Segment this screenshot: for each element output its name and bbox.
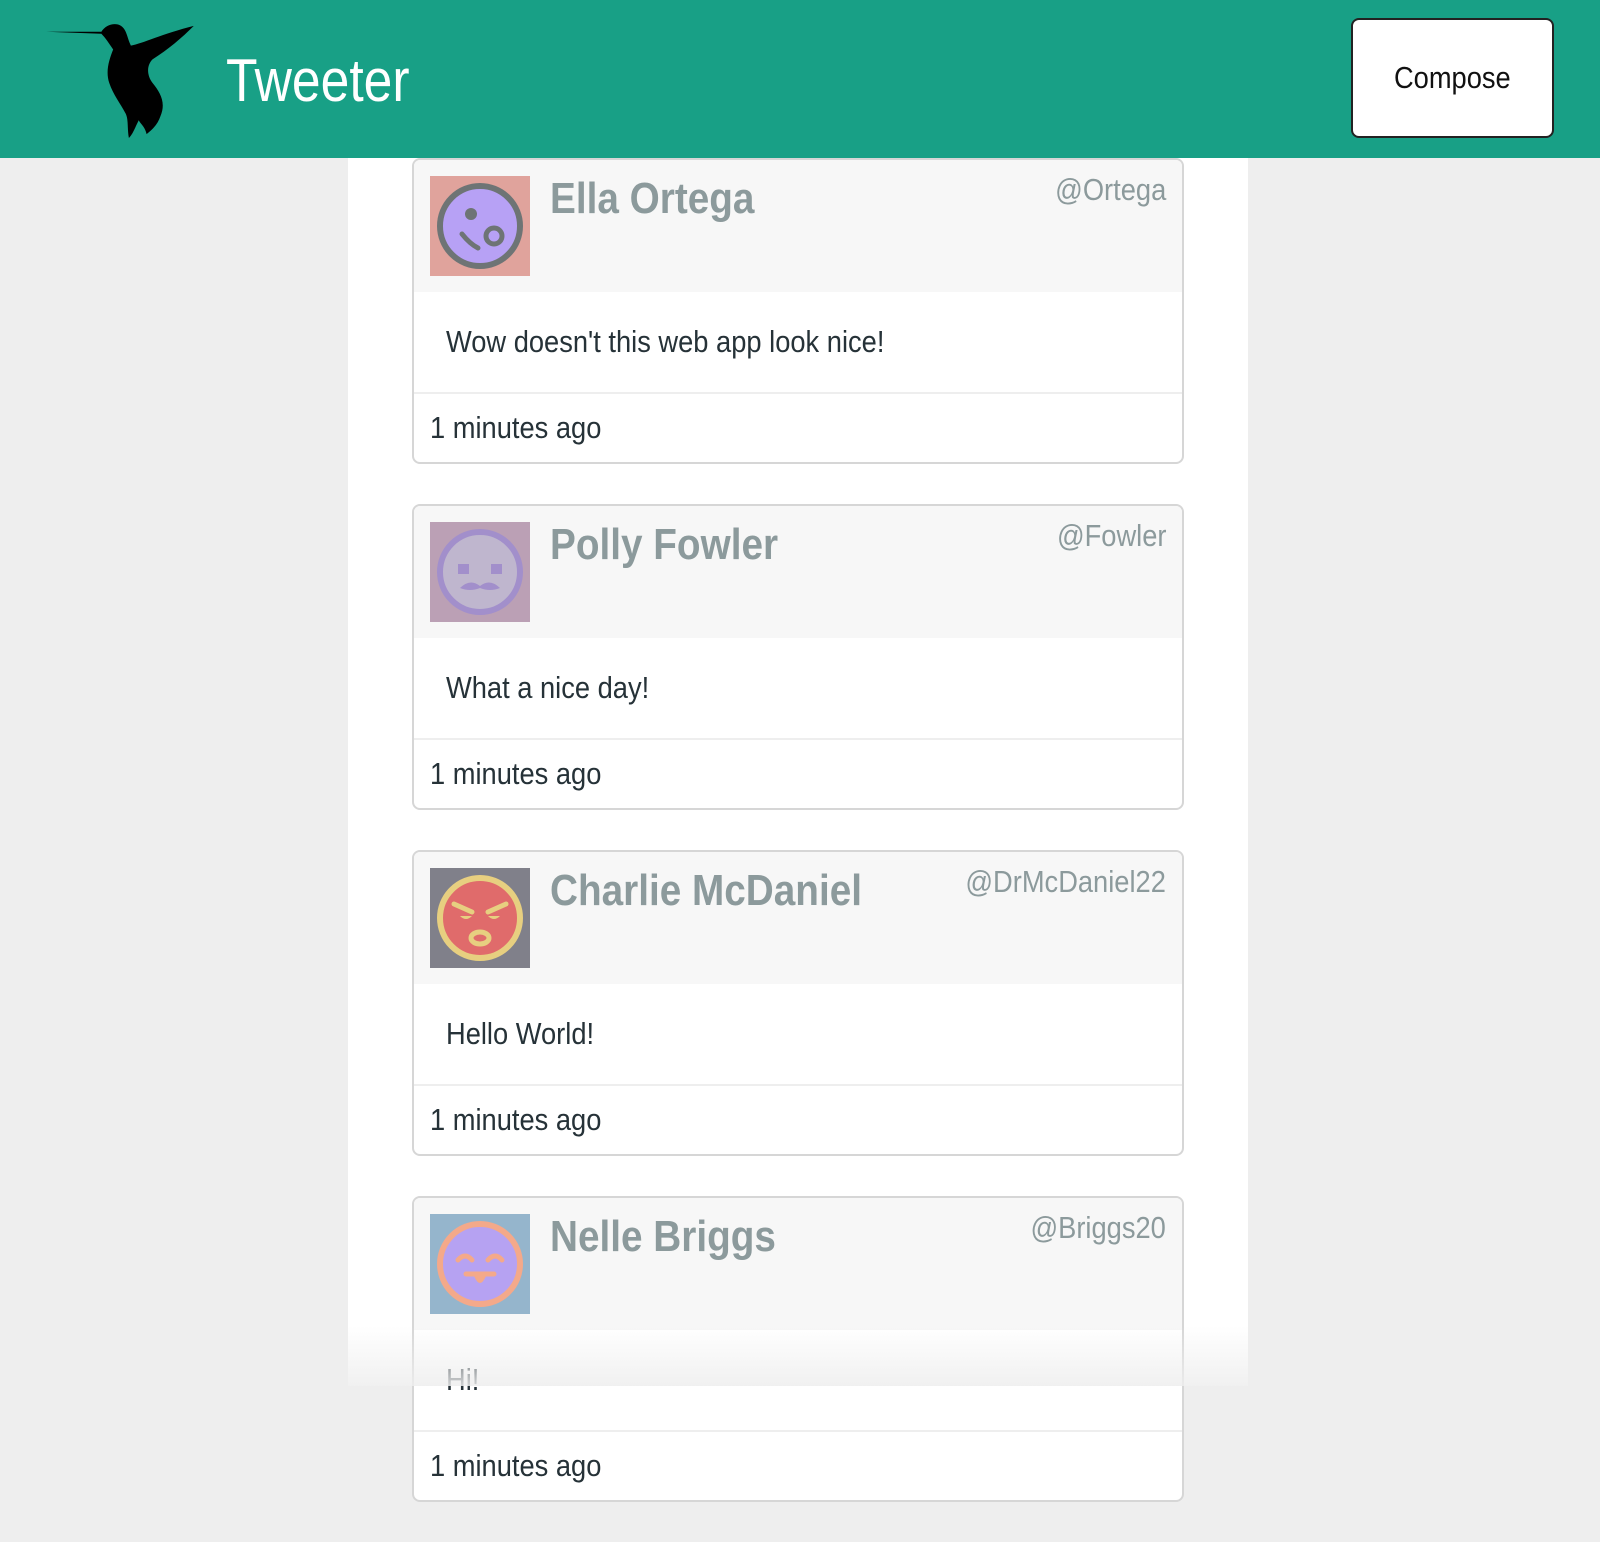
tweet-timestamp: 1 minutes ago <box>414 394 1182 462</box>
tweet-header: Polly Fowler @Fowler <box>414 506 1182 638</box>
tweet-card: Nelle Briggs @Briggs20 Hi! 1 minutes ago <box>412 1196 1184 1502</box>
tweet-timestamp: 1 minutes ago <box>414 1086 1182 1154</box>
hummingbird-icon <box>44 20 202 138</box>
tweet-feed: Ella Ortega @Ortega Wow doesn't this web… <box>412 158 1184 1542</box>
compose-label: Compose <box>1394 60 1511 96</box>
avatar <box>430 176 530 276</box>
tweet-text: Hi! <box>414 1330 1182 1432</box>
tweet-author-handle: @DrMcDaniel22 <box>965 864 1166 900</box>
tweet-author-handle: @Ortega <box>1055 172 1166 208</box>
tweet-card: Polly Fowler @Fowler What a nice day! 1 … <box>412 504 1184 810</box>
avatar-mustache-face-icon <box>430 522 530 622</box>
avatar <box>430 1214 530 1314</box>
tweet-author-name: Polly Fowler <box>550 520 778 570</box>
tweet-header: Charlie McDaniel @DrMcDaniel22 <box>414 852 1182 984</box>
avatar <box>430 522 530 622</box>
tweet-header: Nelle Briggs @Briggs20 <box>414 1198 1182 1330</box>
tweet-author-name: Nelle Briggs <box>550 1212 776 1262</box>
tweet-author-handle: @Briggs20 <box>1031 1210 1166 1246</box>
tweet-timestamp: 1 minutes ago <box>414 1432 1182 1500</box>
tweet-timestamp: 1 minutes ago <box>414 740 1182 808</box>
top-navbar: Tweeter Compose <box>0 0 1600 158</box>
tweet-text: What a nice day! <box>414 638 1182 740</box>
tweet-text: Hello World! <box>414 984 1182 1086</box>
tweet-author-handle: @Fowler <box>1056 518 1166 554</box>
main-content: Ella Ortega @Ortega Wow doesn't this web… <box>348 158 1248 1386</box>
tweet-card: Charlie McDaniel @DrMcDaniel22 Hello Wor… <box>412 850 1184 1156</box>
avatar-tongue-face-icon <box>430 1214 530 1314</box>
app-title: Tweeter <box>226 51 410 111</box>
tweet-author-name: Charlie McDaniel <box>550 866 862 916</box>
compose-button[interactable]: Compose <box>1351 18 1554 138</box>
avatar-angry-face-icon <box>430 868 530 968</box>
tweet-author-name: Ella Ortega <box>550 174 754 224</box>
avatar-wink-face-icon <box>430 176 530 276</box>
tweet-header: Ella Ortega @Ortega <box>414 160 1182 292</box>
avatar <box>430 868 530 968</box>
tweet-card: Ella Ortega @Ortega Wow doesn't this web… <box>412 158 1184 464</box>
tweet-text: Wow doesn't this web app look nice! <box>414 292 1182 394</box>
